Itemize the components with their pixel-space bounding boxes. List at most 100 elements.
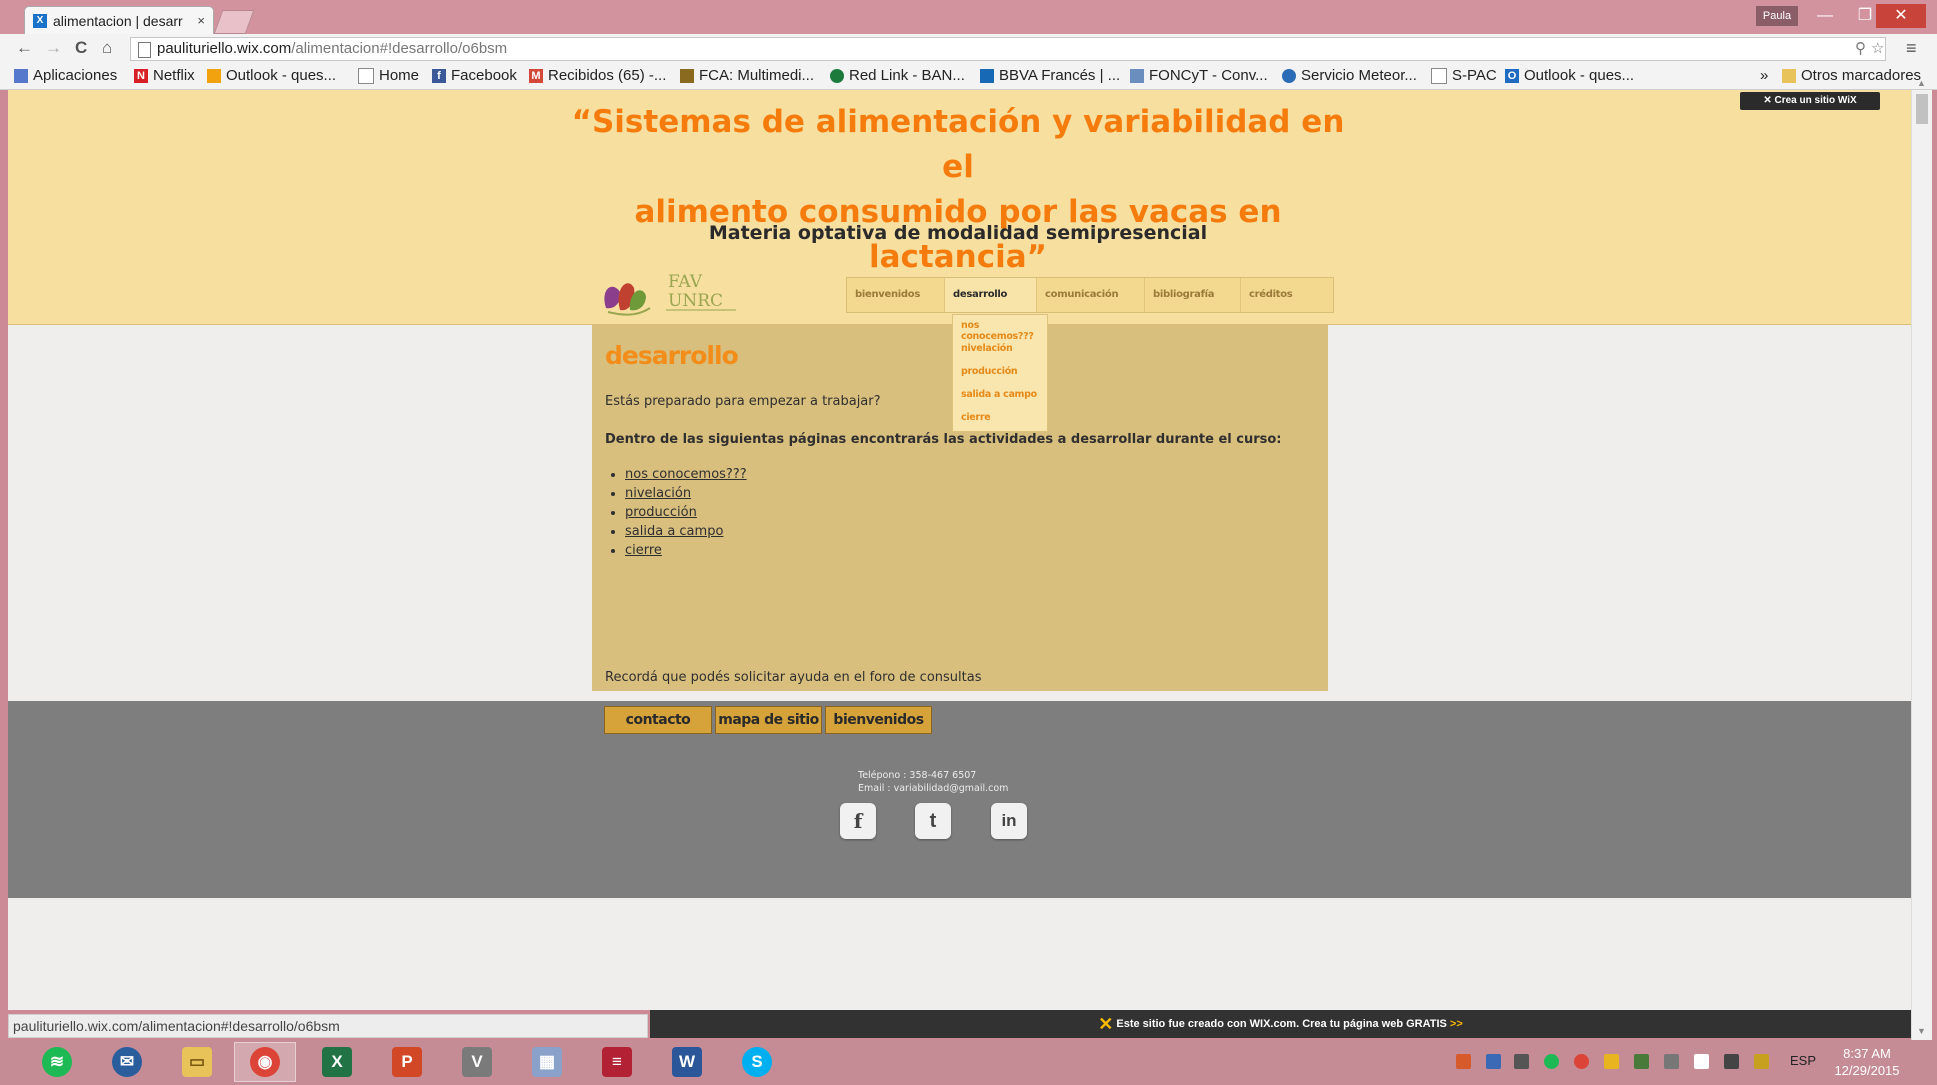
page-scrollbar[interactable]: ▲ ▼ bbox=[1911, 78, 1932, 1040]
tab-close-icon[interactable]: × bbox=[197, 13, 205, 28]
flag-icon[interactable] bbox=[1694, 1054, 1709, 1069]
bookmark-star-icon[interactable]: ☆ bbox=[1871, 38, 1884, 60]
dropdown-item-salida-a-campo[interactable]: salida a campo bbox=[961, 389, 1037, 400]
folder-icon: ▭ bbox=[182, 1047, 212, 1077]
tray-display-icon[interactable] bbox=[1514, 1054, 1529, 1069]
volume-icon[interactable] bbox=[1724, 1054, 1739, 1069]
site-subtitle: Materia optativa de modalidad semipresen… bbox=[708, 222, 1208, 244]
linkedin-icon[interactable]: in bbox=[991, 803, 1027, 839]
address-bar[interactable]: paulituriello.wix.com/alimentacion#!desa… bbox=[130, 37, 1886, 61]
home-button[interactable]: ⌂ bbox=[102, 38, 112, 58]
bookmark-fca[interactable]: FCA: Multimedi... bbox=[680, 67, 814, 84]
language-indicator[interactable]: ESP bbox=[1790, 1053, 1816, 1068]
phone-text: Telépono : 358-467 6507 bbox=[858, 770, 977, 781]
bookmarks-overflow-button[interactable]: » bbox=[1760, 67, 1768, 84]
clock-date: 12/29/2015 bbox=[1834, 1063, 1900, 1078]
scroll-down-icon[interactable]: ▼ bbox=[1917, 1026, 1926, 1036]
search-icon[interactable]: ⚲ bbox=[1855, 38, 1866, 60]
nav-creditos[interactable]: créditos bbox=[1241, 278, 1333, 312]
taskbar-spotify[interactable]: ≋ bbox=[26, 1042, 88, 1082]
taskbar-word[interactable]: W bbox=[656, 1042, 718, 1082]
footer-mapa-de-sitio-button[interactable]: mapa de sitio bbox=[715, 706, 822, 734]
tray-security-icon[interactable] bbox=[1604, 1054, 1619, 1069]
back-button[interactable]: ← bbox=[16, 38, 33, 58]
dropdown-item-produccion[interactable]: producción bbox=[961, 366, 1018, 377]
tray-network-icon[interactable] bbox=[1486, 1054, 1501, 1069]
bookmark-bbva[interactable]: BBVA Francés | ... bbox=[980, 67, 1120, 84]
main-nav: bienvenidos desarrollo comunicación bibl… bbox=[846, 277, 1334, 313]
bookmark-foncyt[interactable]: FONCyT - Conv... bbox=[1130, 67, 1268, 84]
taskbar-visual-studio[interactable]: V bbox=[446, 1042, 508, 1082]
taskbar-powerpoint[interactable]: P bbox=[376, 1042, 438, 1082]
site-header: ✕ Crea un sitio WiX “Sistemas de aliment… bbox=[8, 90, 1911, 325]
taskbar-calculator[interactable]: ▦ bbox=[516, 1042, 578, 1082]
intro-text: Estás preparado para empezar a trabajar? bbox=[605, 394, 881, 409]
chrome-menu-icon[interactable]: ≡ bbox=[1906, 38, 1917, 59]
windows-taskbar: ≋ ✉ ▭ ◉ X P V ▦ ≡ W S ESP 8:37 AM 12/29/… bbox=[0, 1040, 1937, 1085]
windows-icon bbox=[207, 68, 221, 83]
bookmark-facebook[interactable]: f Facebook bbox=[432, 67, 517, 84]
twitter-icon[interactable]: t bbox=[915, 803, 951, 839]
bookmark-aplicaciones[interactable]: Aplicaciones bbox=[14, 67, 117, 84]
battery-icon[interactable] bbox=[1754, 1054, 1769, 1069]
taskbar-language[interactable]: ≡ bbox=[586, 1042, 648, 1082]
tray-app-icon[interactable] bbox=[1456, 1054, 1471, 1069]
list-item: producción bbox=[625, 503, 747, 522]
title-bar: X alimentacion | desarr × Paula — ❐ ✕ bbox=[0, 0, 1937, 34]
bookmark-other-folder[interactable]: Otros marcadores bbox=[1782, 67, 1921, 84]
minimize-button[interactable]: — bbox=[1806, 4, 1844, 28]
forward-button[interactable]: → bbox=[45, 38, 62, 58]
link-cierre[interactable]: cierre bbox=[625, 543, 662, 558]
nav-bibliografia[interactable]: bibliografía bbox=[1145, 278, 1241, 312]
taskbar-thunderbird[interactable]: ✉ bbox=[96, 1042, 158, 1082]
taskbar-file-explorer[interactable]: ▭ bbox=[166, 1042, 228, 1082]
bookmarks-bar: Aplicaciones N Netflix Outlook - ques... … bbox=[0, 64, 1937, 90]
taskbar-chrome[interactable]: ◉ bbox=[234, 1042, 296, 1082]
site-title: “Sistemas de alimentación y variabilidad… bbox=[571, 104, 1345, 275]
nav-comunicacion[interactable]: comunicación bbox=[1037, 278, 1145, 312]
scroll-up-icon[interactable]: ▲ bbox=[1917, 78, 1926, 88]
tray-chrome-icon[interactable] bbox=[1574, 1054, 1589, 1069]
dropdown-item-cierre[interactable]: cierre bbox=[961, 412, 991, 423]
taskbar-excel[interactable]: X bbox=[306, 1042, 368, 1082]
bookmark-outlook-1[interactable]: Outlook - ques... bbox=[207, 67, 336, 84]
wix-banner[interactable]: ✕ Este sitio fue creado con WIX.com. Cre… bbox=[650, 1010, 1911, 1038]
visual-studio-icon: V bbox=[462, 1047, 492, 1077]
footer-contacto-button[interactable]: contacto bbox=[604, 706, 712, 734]
reload-button[interactable]: C bbox=[75, 38, 87, 58]
tray-update-icon[interactable] bbox=[1634, 1054, 1649, 1069]
browser-tab[interactable]: X alimentacion | desarr × bbox=[24, 6, 214, 34]
close-window-button[interactable]: ✕ bbox=[1876, 4, 1926, 28]
taskbar-skype[interactable]: S bbox=[726, 1042, 788, 1082]
user-profile-badge[interactable]: Paula bbox=[1756, 6, 1798, 26]
clock[interactable]: 8:37 AM 12/29/2015 bbox=[1832, 1045, 1902, 1079]
scrollbar-thumb[interactable] bbox=[1916, 94, 1928, 124]
link-produccion[interactable]: producción bbox=[625, 505, 697, 520]
bookmark-home[interactable]: Home bbox=[358, 67, 419, 84]
footer-bienvenidos-button[interactable]: bienvenidos bbox=[825, 706, 932, 734]
nav-bienvenidos[interactable]: bienvenidos bbox=[847, 278, 945, 312]
list-item: cierre bbox=[625, 541, 747, 560]
us-flag-icon: ≡ bbox=[602, 1047, 632, 1077]
new-tab-button[interactable] bbox=[213, 10, 255, 34]
link-nos-conocemos[interactable]: nos conocemos??? bbox=[625, 467, 747, 482]
bookmark-meteo[interactable]: Servicio Meteor... bbox=[1282, 67, 1417, 84]
list-item: nivelación bbox=[625, 484, 747, 503]
bookmark-netflix[interactable]: N Netflix bbox=[134, 67, 195, 84]
word-icon: W bbox=[672, 1047, 702, 1077]
bookmark-redlink[interactable]: Red Link - BAN... bbox=[830, 67, 965, 84]
bookmark-gmail[interactable]: M Recibidos (65) -... bbox=[529, 67, 666, 84]
tray-spotify-icon[interactable] bbox=[1544, 1054, 1559, 1069]
folder-icon bbox=[1782, 68, 1796, 83]
bookmark-outlook-2[interactable]: O Outlook - ques... bbox=[1505, 67, 1634, 84]
link-nivelacion[interactable]: nivelación bbox=[625, 486, 691, 501]
facebook-icon[interactable]: f bbox=[840, 803, 876, 839]
dropdown-item-nivelacion[interactable]: nivelación bbox=[961, 343, 1013, 354]
bookmark-spac[interactable]: S-PAC bbox=[1431, 67, 1497, 84]
nav-desarrollo[interactable]: desarrollo bbox=[945, 278, 1037, 312]
link-salida-a-campo[interactable]: salida a campo bbox=[625, 524, 723, 539]
gmail-icon: M bbox=[529, 68, 543, 83]
crea-wix-button[interactable]: ✕ Crea un sitio WiX bbox=[1740, 92, 1880, 110]
dropdown-item-nos-conocemos[interactable]: nos conocemos??? bbox=[961, 320, 1047, 342]
tray-devices-icon[interactable] bbox=[1664, 1054, 1679, 1069]
